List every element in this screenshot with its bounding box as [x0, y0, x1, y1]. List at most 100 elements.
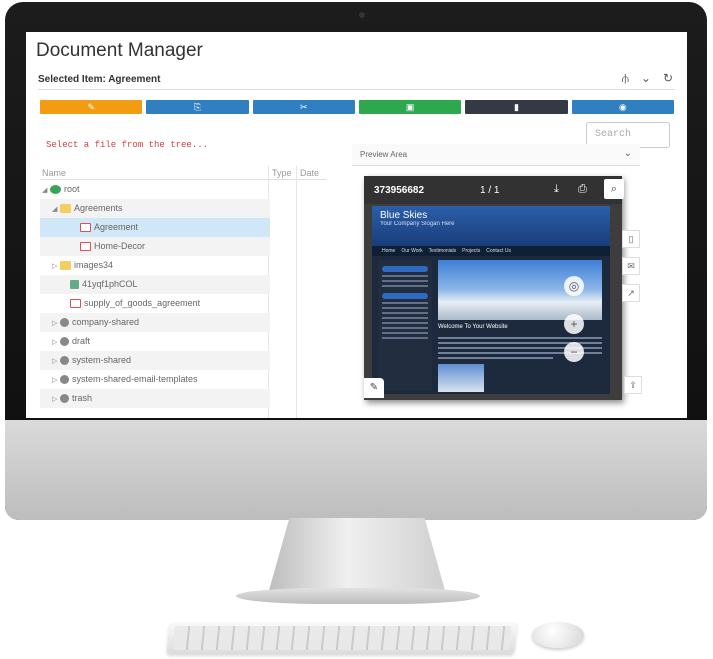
document-viewer: 373956682 1 / 1 ⤓ ⎙ ⌕ Blue Skies Your Co…	[364, 176, 624, 400]
copy-icon: ⎘	[193, 102, 202, 112]
site-nav-item: Home	[382, 248, 396, 254]
tree-item-label: system-shared-email-templates	[72, 374, 198, 384]
export-icon[interactable]: ⇪	[624, 376, 642, 394]
screen: Document Manager Selected Item: Agreemen…	[26, 32, 687, 418]
zoom-in-icon[interactable]: +	[564, 314, 584, 334]
expand-caret-icon[interactable]: ◢	[52, 200, 60, 219]
copy-button[interactable]: ⎘	[146, 100, 249, 114]
tree-item[interactable]: 41yqf1phCOL	[40, 275, 270, 294]
paste-button[interactable]: ▣	[358, 100, 462, 114]
tree-item-label: Home-Decor	[94, 241, 146, 251]
selected-item-label: Selected Item: Agreement	[38, 74, 161, 85]
scissors-icon: ✂	[300, 102, 308, 112]
preview-area-label: Preview Area	[360, 150, 408, 159]
tree-item-label: company-shared	[72, 317, 140, 327]
pencil-icon[interactable]: ✎	[364, 378, 384, 398]
site-header: Blue Skies Your Company Slogan Here	[372, 206, 610, 246]
site-nav-item: Contact Us	[486, 248, 511, 254]
edit-icon: ✎	[87, 102, 95, 112]
document-id: 373956682	[374, 185, 425, 196]
site-sidebar	[378, 260, 432, 390]
mouse	[532, 622, 584, 648]
paste-icon: ▣	[405, 102, 415, 112]
zoom-icon[interactable]: ⌕	[604, 179, 624, 199]
print-icon[interactable]: ⎙	[578, 183, 587, 196]
view-button[interactable]: ◉	[571, 100, 674, 114]
expand-caret-icon[interactable]: ▷	[52, 257, 60, 276]
monitor-base	[236, 588, 480, 604]
site-nav-item: Our Work	[401, 248, 423, 254]
expand-caret-icon[interactable]: ▷	[52, 333, 60, 352]
mobile-icon[interactable]: ▯	[622, 230, 640, 248]
camera-dot	[359, 12, 365, 18]
selection-bar: Selected Item: Agreement ⫛ ⌄ ↻	[38, 70, 675, 90]
site-nav: Home Our Work Testimonials Projects Contact …	[372, 246, 610, 256]
tree-item[interactable]: Agreement	[40, 218, 270, 237]
folder-icon	[60, 261, 71, 271]
tree-item-label: root	[64, 184, 80, 194]
tree-item-label: Agreements	[74, 203, 123, 213]
download-icon[interactable]: ⤓	[554, 183, 559, 196]
tree-item-label: trash	[72, 393, 93, 403]
trash-icon: ▮	[514, 102, 519, 112]
tree-item[interactable]: ▷ draft	[40, 332, 270, 351]
header-icons: ⫛ ⌄ ↻	[622, 71, 673, 86]
column-type[interactable]: Type	[272, 168, 292, 178]
keyboard	[166, 622, 518, 654]
pdf-icon	[80, 223, 91, 233]
zoom-out-icon[interactable]: −	[564, 342, 584, 362]
chevron-down-icon[interactable]: ⌄	[624, 148, 632, 159]
edit-button[interactable]: ✎	[40, 100, 143, 114]
site-nav-item: Testimonials	[428, 248, 457, 254]
tree-item[interactable]: Home-Decor	[40, 237, 270, 256]
mail-icon[interactable]: ✉	[622, 257, 640, 275]
preview-area-header[interactable]: Preview Area ⌄	[352, 144, 640, 166]
select-file-hint: Select a file from the tree...	[46, 140, 209, 150]
preview-side-tools: ▯ ✉ ↗	[622, 230, 644, 311]
tree-item-label: 41yqf1phCOL	[82, 279, 138, 289]
tree-item[interactable]: ▷ company-shared	[40, 313, 270, 332]
tree-item-label: draft	[72, 336, 91, 346]
action-toolbar: ✎ ⎘ ✂ ▣ ▮ ◉	[40, 100, 674, 114]
tree-item[interactable]: ◢ root	[40, 180, 270, 199]
monitor-stand	[268, 518, 446, 594]
tree-item[interactable]: supply_of_goods_agreement	[40, 294, 270, 313]
tree-item-label: supply_of_goods_agreement	[84, 298, 201, 308]
expand-caret-icon[interactable]: ▷	[52, 371, 60, 390]
eye-icon: ◉	[618, 102, 627, 112]
tree-item[interactable]: ▷ images34	[40, 256, 270, 275]
expand-caret-icon[interactable]: ◢	[42, 181, 50, 200]
column-date[interactable]: Date	[300, 168, 319, 178]
gear-icon	[60, 356, 69, 366]
tree-item-label: system-shared	[72, 355, 132, 365]
cut-button[interactable]: ✂	[252, 100, 355, 114]
delete-button[interactable]: ▮	[465, 100, 568, 114]
fit-page-icon[interactable]: ◎	[564, 276, 584, 296]
gear-icon	[60, 337, 69, 347]
site-tagline: Your Company Slogan Here	[380, 221, 455, 227]
viewer-toolbar: 373956682 1 / 1 ⤓ ⎙ ⌕	[364, 176, 624, 204]
column-name[interactable]: Name	[42, 168, 66, 178]
share-icon[interactable]: ↗	[622, 284, 640, 302]
doc-icon	[70, 280, 79, 290]
gear-icon	[60, 394, 69, 404]
tree-item[interactable]: ◢ Agreements	[40, 199, 270, 218]
tree-header: Name Type Date	[40, 166, 326, 180]
tree-item[interactable]: ▷ trash	[40, 389, 270, 408]
pdf-icon	[80, 242, 91, 252]
site-welcome: Welcome To Your Website	[438, 324, 508, 330]
refresh-icon[interactable]: ↻	[663, 71, 673, 86]
file-tree: ◢ root ◢ Agreements Agreement Home-Decor ▷ imag…	[40, 180, 270, 408]
tree-item[interactable]: ▷ system-shared	[40, 351, 270, 370]
expand-caret-icon[interactable]: ▷	[52, 352, 60, 371]
site-thumbnail	[438, 364, 484, 392]
monitor-chin	[5, 420, 707, 520]
tree-item[interactable]: ▷ system-shared-email-templates	[40, 370, 270, 389]
expand-caret-icon[interactable]: ▷	[52, 390, 60, 409]
tree-item-label: images34	[74, 260, 114, 270]
expand-caret-icon[interactable]: ▷	[52, 314, 60, 333]
page-title: Document Manager	[36, 40, 203, 61]
chevron-down-icon[interactable]: ⌄	[641, 71, 651, 86]
sitemap-icon[interactable]: ⫛	[622, 71, 629, 86]
pdf-icon	[70, 299, 81, 309]
